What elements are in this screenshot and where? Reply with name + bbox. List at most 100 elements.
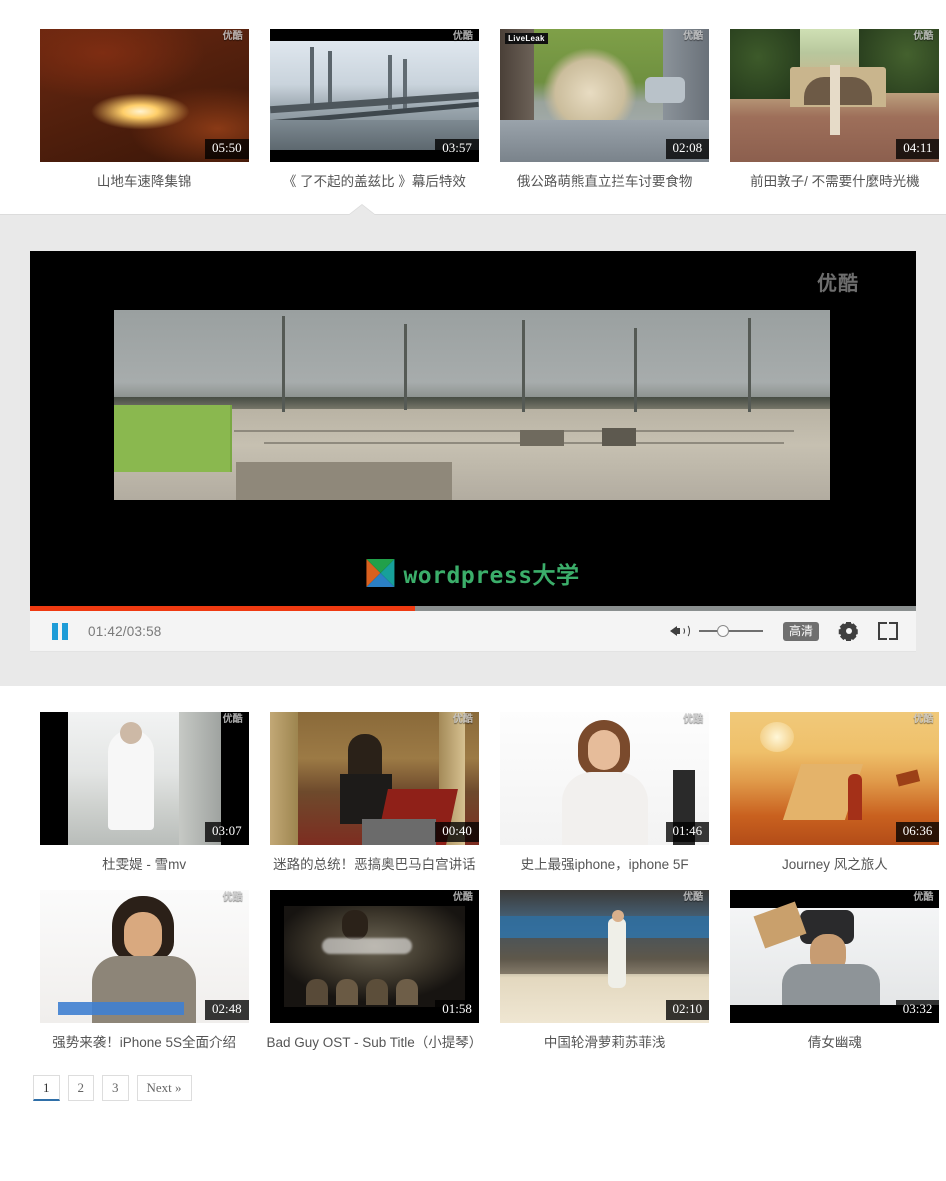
- thumbnail-art-ghost: [730, 901, 939, 1005]
- brand-watermark: wordpress大学: [366, 556, 579, 590]
- video-object: [602, 428, 636, 446]
- video-thumbnail[interactable]: 优酷 01:46: [500, 712, 710, 845]
- video-title[interactable]: 前田敦子/ 不需要什麼時光機: [750, 173, 920, 191]
- youku-watermark-icon: 优酷: [452, 31, 473, 42]
- video-title[interactable]: 史上最强iphone，iphone 5F: [521, 856, 689, 874]
- controls-left: 01:42/03:58: [52, 622, 162, 640]
- video-thumbnail[interactable]: 优酷 03:32: [730, 889, 940, 1023]
- video-card[interactable]: 优酷 04:11 前田敦子/ 不需要什麼時光機: [724, 29, 946, 191]
- controls-right: 高清: [669, 621, 898, 641]
- progress-bar[interactable]: [30, 606, 916, 611]
- video-thumbnail[interactable]: 优酷 03:57: [269, 29, 479, 162]
- speaker-icon[interactable]: [669, 622, 690, 640]
- volume-slider[interactable]: [698, 625, 763, 637]
- liveleak-badge: LiveLeak: [505, 33, 548, 44]
- video-title[interactable]: 山地车速降集锦: [97, 173, 192, 191]
- gear-icon[interactable]: [838, 621, 858, 641]
- video-title[interactable]: 倩女幽魂: [808, 1034, 862, 1052]
- time-display: 01:42/03:58: [88, 623, 162, 639]
- player-video-frame: [114, 310, 830, 500]
- video-object: [236, 462, 452, 500]
- pagination-page-1[interactable]: 1: [33, 1075, 60, 1102]
- youku-watermark-icon: 优酷: [222, 714, 243, 725]
- youku-watermark-icon: 优酷: [817, 273, 859, 295]
- video-thumbnail[interactable]: 优酷 00:40: [269, 712, 479, 845]
- video-thumbnail[interactable]: 优酷 06:36: [730, 712, 940, 845]
- active-video-pointer-icon: [348, 205, 376, 216]
- youku-watermark-icon: 优酷: [683, 891, 704, 903]
- video-title[interactable]: Bad Guy OST - Sub Title（小提琴）: [266, 1034, 482, 1052]
- volume-slider-knob[interactable]: [717, 625, 730, 637]
- video-thumbnail[interactable]: 优酷 01:58: [269, 889, 479, 1023]
- video-title[interactable]: 杜雯媞 - 雪mv: [102, 856, 186, 874]
- video-pole: [282, 316, 285, 412]
- pagination-page-2[interactable]: 2: [67, 1075, 94, 1102]
- video-thumbnail[interactable]: 优酷 05:50: [39, 29, 249, 162]
- video-thumbnail[interactable]: 优酷 03:07: [39, 712, 249, 845]
- video-card[interactable]: 优酷 02:48 强势来袭！iPhone 5S全面介绍: [33, 889, 255, 1052]
- volume-control[interactable]: [669, 622, 763, 640]
- video-thumbnail[interactable]: 优酷 02:48: [39, 889, 249, 1023]
- youku-watermark-icon: 优酷: [222, 31, 243, 42]
- video-title[interactable]: 中国轮滑萝莉苏菲浅: [544, 1034, 666, 1052]
- player-stage[interactable]: 优酷 wordpress大学: [30, 251, 916, 606]
- duration-badge: 03:57: [435, 139, 479, 159]
- video-track-line: [234, 430, 794, 432]
- video-card[interactable]: LiveLeak 优酷 02:08 俄公路萌熊直立拦车讨要食物: [494, 29, 716, 191]
- fullscreen-icon[interactable]: [878, 622, 898, 640]
- video-card[interactable]: 优酷 00:40 迷路的总统！恶搞奥巴马白宫讲话: [263, 712, 485, 874]
- video-title[interactable]: 俄公路萌熊直立拦车讨要食物: [517, 173, 693, 191]
- progress-bar-fill: [30, 606, 416, 611]
- video-card[interactable]: 优酷 02:10 中国轮滑萝莉苏菲浅: [494, 889, 716, 1052]
- video-pole: [634, 328, 637, 412]
- duration-badge: 02:10: [665, 999, 710, 1020]
- video-card[interactable]: 优酷 01:58 Bad Guy OST - Sub Title（小提琴）: [263, 889, 485, 1052]
- video-grid-row-2: 优酷 03:07 杜雯媞 - 雪mv 优酷 00:40 迷路的总统！恶搞奥巴马白…: [0, 712, 946, 874]
- video-thumbnail[interactable]: LiveLeak 优酷 02:08: [500, 29, 710, 162]
- duration-badge: 05:50: [205, 139, 249, 159]
- youku-watermark-icon: 优酷: [683, 31, 704, 42]
- video-pole: [404, 324, 407, 410]
- youku-watermark-icon: 优酷: [683, 714, 704, 725]
- video-player-section: 优酷 wordpress大学 01:42/03:58 高清: [0, 205, 946, 686]
- player-controls: 01:42/03:58 高清: [30, 611, 916, 652]
- duration-badge: 02:08: [665, 139, 710, 159]
- video-card[interactable]: 优酷 06:36 Journey 风之旅人: [724, 712, 946, 874]
- bottom-video-grid-section: 优酷 03:07 杜雯媞 - 雪mv 优酷 00:40 迷路的总统！恶搞奥巴马白…: [0, 686, 946, 1102]
- video-title[interactable]: 《 了不起的盖兹比 》幕后特效: [283, 173, 466, 191]
- duration-badge: 01:58: [435, 999, 479, 1020]
- pagination-next-button[interactable]: Next »: [136, 1075, 192, 1102]
- thumbnail-art-bridge: [269, 41, 479, 150]
- video-card[interactable]: 优酷 03:32 倩女幽魂: [724, 889, 946, 1052]
- youku-watermark-icon: 优酷: [452, 714, 473, 725]
- pagination-page-3[interactable]: 3: [102, 1075, 129, 1102]
- video-object: [520, 430, 564, 446]
- pagination: 1 2 3 Next »: [33, 1075, 946, 1102]
- video-thumbnail[interactable]: 优酷 02:10: [500, 889, 710, 1023]
- youku-watermark-icon: 优酷: [452, 891, 473, 903]
- youku-watermark-icon: 优酷: [913, 714, 934, 725]
- duration-badge: 02:48: [205, 999, 249, 1020]
- video-green-screen: [114, 405, 232, 472]
- duration-badge: 03:32: [895, 999, 940, 1020]
- video-title[interactable]: 迷路的总统！恶搞奥巴马白宫讲话: [273, 856, 476, 874]
- video-card[interactable]: 优酷 01:46 史上最强iphone，iphone 5F: [494, 712, 716, 874]
- youku-watermark-icon: 优酷: [913, 31, 934, 42]
- video-pole: [748, 318, 751, 412]
- youku-watermark-icon: 优酷: [222, 891, 243, 903]
- video-player[interactable]: 优酷 wordpress大学 01:42/03:58 高清: [30, 251, 916, 652]
- video-card[interactable]: 优酷 03:57 《 了不起的盖兹比 》幕后特效: [263, 29, 485, 191]
- pause-button[interactable]: [52, 622, 68, 640]
- duration-badge: 00:40: [435, 822, 479, 842]
- video-thumbnail[interactable]: 优酷 04:11: [730, 29, 940, 162]
- video-card[interactable]: 优酷 03:07 杜雯媞 - 雪mv: [33, 712, 255, 874]
- duration-badge: 01:46: [665, 822, 710, 842]
- video-grid-row-3: 优酷 02:48 强势来袭！iPhone 5S全面介绍 优酷 01:58 Bad…: [0, 889, 946, 1052]
- wordpress-daxue-logo-icon: [366, 559, 395, 587]
- youku-watermark-icon: 优酷: [913, 891, 934, 903]
- video-card[interactable]: 优酷 05:50 山地车速降集锦: [33, 29, 255, 191]
- video-title[interactable]: 强势来袭！iPhone 5S全面介绍: [52, 1034, 236, 1052]
- video-title[interactable]: Journey 风之旅人: [782, 856, 888, 874]
- quality-hd-button[interactable]: 高清: [782, 621, 819, 641]
- duration-badge: 03:07: [205, 822, 249, 842]
